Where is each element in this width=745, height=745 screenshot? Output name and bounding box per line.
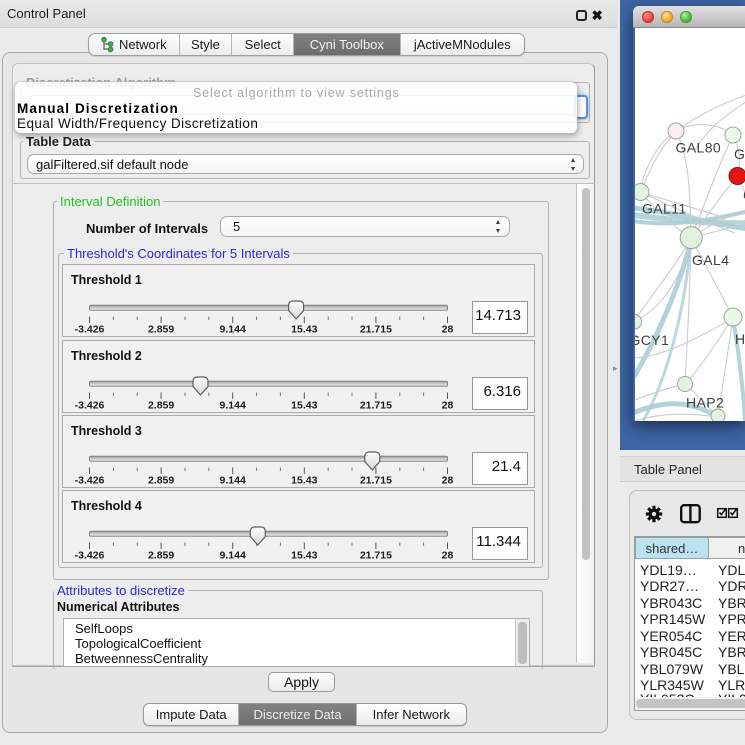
svg-text:15.43: 15.43 [291,400,317,412]
svg-text:-3.426: -3.426 [75,400,105,412]
svg-text:GAL4: GAL4 [692,252,729,268]
svg-text:-3.426: -3.426 [75,475,105,487]
svg-text:-3.426: -3.426 [75,324,105,336]
svg-text:21.715: 21.715 [360,550,392,562]
svg-text:-3.426: -3.426 [75,550,105,562]
svg-text:H: H [735,331,745,347]
svg-text:2.859: 2.859 [148,400,174,412]
svg-text:GCY1: GCY1 [635,332,669,348]
svg-text:28: 28 [442,475,454,487]
svg-text:15.43: 15.43 [291,475,317,487]
svg-text:9.144: 9.144 [220,324,246,336]
svg-text:2.859: 2.859 [148,475,174,487]
svg-text:GAL: GAL [734,146,745,162]
svg-text:21.715: 21.715 [360,400,392,412]
svg-text:2.859: 2.859 [148,550,174,562]
svg-text:GAL80: GAL80 [676,140,722,156]
svg-text:28: 28 [442,400,454,412]
svg-text:28: 28 [442,550,454,562]
svg-text:GAL11: GAL11 [642,201,687,217]
svg-text:9.144: 9.144 [220,550,246,562]
svg-text:15.43: 15.43 [291,550,317,562]
svg-text:21.715: 21.715 [360,475,392,487]
svg-text:2.859: 2.859 [148,324,174,336]
svg-text:9.144: 9.144 [220,475,246,487]
svg-text:15.43: 15.43 [291,324,317,336]
svg-text:9.144: 9.144 [220,400,246,412]
svg-text:21.715: 21.715 [360,324,392,336]
svg-text:HAP2: HAP2 [686,395,724,411]
svg-text:28: 28 [442,324,454,336]
